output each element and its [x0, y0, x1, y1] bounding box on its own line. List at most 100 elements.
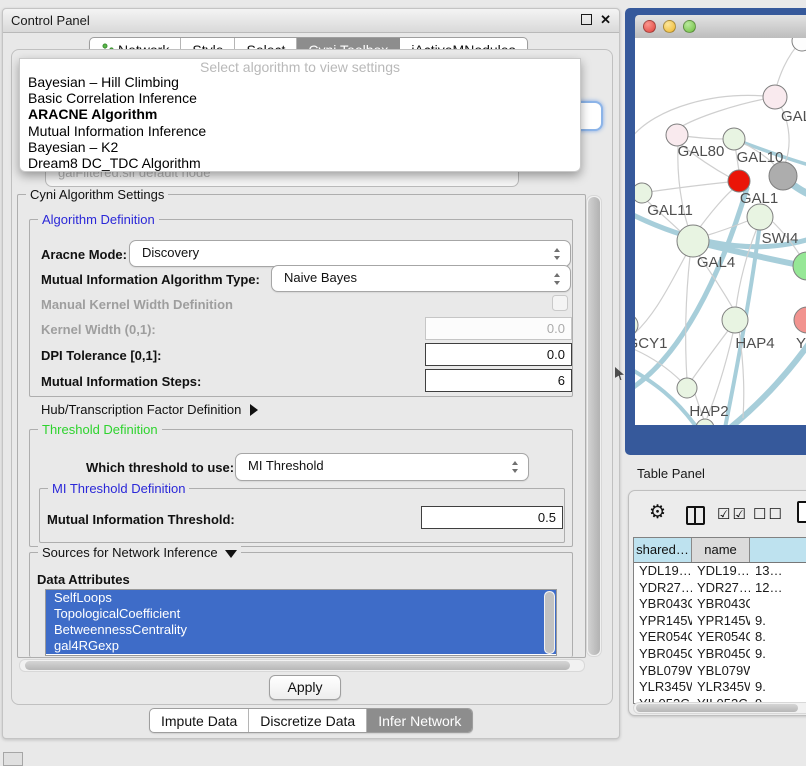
attribute-item-selfloops[interactable]: SelfLoops [46, 590, 556, 606]
network-node-label: GAL10 [737, 149, 784, 166]
hub-definition-label: Hub/Transcription Factor Definition [41, 402, 241, 417]
export-table-icon[interactable] [797, 501, 806, 523]
network-node-label: GAL1 [740, 190, 778, 207]
table-cell: YBL079W [634, 663, 692, 680]
algorithm-dropdown: Select algorithm to view settings Bayesi… [19, 58, 581, 172]
aracne-mode-combo[interactable]: Discovery [129, 240, 571, 267]
manual-kernel-checkbox[interactable] [552, 295, 568, 311]
table-cell: YPR145W [634, 613, 692, 630]
algorithm-option-basic-correlation-inference[interactable]: Basic Correlation Inference [20, 90, 580, 106]
network-node-label: Y [796, 335, 806, 352]
table-row[interactable]: YDL19…YDL19…13… [634, 563, 806, 580]
network-node[interactable] [677, 225, 709, 257]
tab-label: Discretize Data [260, 713, 355, 729]
table-row[interactable]: YBR043CYBR043C [634, 596, 806, 613]
manual-kernel-label: Manual Kernel Width Definition [41, 297, 233, 312]
tab-label: Impute Data [161, 713, 237, 729]
algorithm-option-bayesian-k2[interactable]: Bayesian – K2 [20, 139, 580, 155]
tab-impute-data[interactable]: Impute Data [150, 709, 249, 732]
network-node[interactable] [635, 183, 652, 203]
dpi-tolerance-field[interactable]: 0.0 [425, 343, 572, 366]
network-node-label: HAP4 [735, 335, 774, 352]
table-cell: YBR043C [634, 596, 692, 613]
mi-threshold-group-title: MI Threshold Definition [48, 481, 189, 496]
network-node[interactable] [635, 314, 638, 336]
column-header-2[interactable] [750, 538, 806, 562]
table-row[interactable]: YLR345WYLR345W9. [634, 679, 806, 696]
hub-definition-toggle[interactable]: Hub/Transcription Factor Definition [41, 402, 258, 417]
mi-type-label: Mutual Information Algorithm Type: [41, 272, 260, 287]
aracne-mode-value: Discovery [142, 245, 199, 260]
network-node[interactable] [769, 162, 797, 190]
table-cell [750, 596, 806, 613]
algorithm-option-aracne-algorithm[interactable]: ARACNE Algorithm [20, 106, 580, 122]
network-node[interactable] [722, 307, 748, 333]
float-window-icon[interactable] [581, 14, 592, 25]
expand-right-icon [250, 404, 258, 416]
network-node[interactable] [747, 204, 773, 230]
table-row[interactable]: YBR045CYBR045C9. [634, 646, 806, 663]
network-node[interactable] [763, 85, 787, 109]
network-node[interactable] [794, 307, 806, 333]
apply-button[interactable]: Apply [269, 675, 341, 700]
control-panel-window: Control Panel ✕ NetworkStyleSelectCyni T… [2, 8, 620, 739]
tab-infer-network[interactable]: Infer Network [367, 709, 472, 732]
window-zoom-icon[interactable] [683, 20, 696, 33]
table-cell: 12… [750, 580, 806, 597]
overview-toggle-box[interactable] [3, 752, 23, 766]
kernel-width-label: Kernel Width (0,1): [41, 322, 156, 337]
column-header-shared[interactable]: shared… [634, 538, 692, 562]
attributes-list-scrollbar[interactable] [544, 591, 555, 654]
network-node-label: HAP2 [689, 403, 728, 420]
gear-icon[interactable]: ⚙ [649, 501, 666, 524]
table-row[interactable]: YBL079WYBL079W [634, 663, 806, 680]
data-attributes-label: Data Attributes [37, 572, 130, 587]
table-cell: YDR27… [692, 580, 750, 597]
cyni-bottom-tabs: Impute Data Discretize Data Infer Network [149, 708, 473, 733]
window-close-icon[interactable] [643, 20, 656, 33]
table-row[interactable]: YDR27…YDR27…12… [634, 580, 806, 597]
table-row[interactable]: YER054CYER054C8. [634, 629, 806, 646]
table-cell: YBR045C [634, 646, 692, 663]
network-node-label: GAL80 [678, 143, 725, 160]
network-node[interactable] [728, 170, 750, 192]
column-header-name[interactable]: name [692, 538, 750, 562]
network-node-label: GAL11 [647, 202, 693, 219]
split-columns-icon[interactable] [686, 506, 705, 525]
node-table: shared…name YDL19…YDL19…13…YDR27…YDR27…1… [633, 537, 806, 704]
tab-discretize-data[interactable]: Discretize Data [249, 709, 367, 732]
algorithm-option-dream8-dc-tdc-algorithm[interactable]: Dream8 DC_TDC Algorithm [20, 155, 580, 171]
attribute-item-betweennesscentrality[interactable]: BetweennessCentrality [46, 622, 556, 638]
network-node[interactable] [793, 252, 806, 280]
aracne-mode-label: Aracne Mode: [41, 247, 127, 262]
table-cell: YBL079W [692, 663, 750, 680]
mi-steps-field[interactable]: 6 [425, 369, 572, 392]
network-node[interactable] [677, 378, 697, 398]
algorithm-option-mutual-information-inference[interactable]: Mutual Information Inference [20, 123, 580, 139]
table-row[interactable]: YPR145WYPR145W9. [634, 613, 806, 630]
mi-type-combo[interactable]: Naive Bayes [271, 265, 571, 292]
which-threshold-label: Which threshold to use: [86, 460, 234, 475]
kernel-width-field[interactable]: 0.0 [425, 317, 572, 340]
settings-vertical-scrollbar[interactable] [586, 195, 602, 657]
attribute-item-topologicalcoefficient[interactable]: TopologicalCoefficient [46, 606, 556, 622]
spinner-arrows-icon [554, 248, 561, 260]
mi-threshold-field[interactable]: 0.5 [421, 506, 563, 529]
table-cell: YBR045C [692, 646, 750, 663]
network-canvas[interactable]: GALGAL80GAL10GAL1GAL11SWI4GAL4GCY1HAP4YH… [635, 38, 806, 425]
table-panel-window: ⚙ ☑☑ ☐☐ shared…name YDL19…YDL19…13…YDR27… [628, 490, 806, 716]
settings-horizontal-scrollbar[interactable] [19, 659, 585, 672]
close-icon[interactable]: ✕ [600, 13, 611, 26]
algorithm-option-bayesian-hill-climbing[interactable]: Bayesian – Hill Climbing [20, 74, 580, 90]
deselect-all-columns-icon[interactable]: ☐☐ [753, 505, 784, 523]
select-all-columns-icon[interactable]: ☑☑ [717, 505, 748, 523]
window-minimize-icon[interactable] [663, 20, 676, 33]
table-cell: YPR145W [692, 613, 750, 630]
sources-group-toggle[interactable]: Sources for Network Inference [38, 545, 241, 560]
attribute-item-gal4rgexp[interactable]: gal4RGexp [46, 638, 556, 654]
network-window-titlebar[interactable] [635, 15, 806, 39]
which-threshold-combo[interactable]: MI Threshold [235, 453, 529, 481]
data-attributes-list[interactable]: SelfLoopsTopologicalCoefficientBetweenne… [45, 589, 557, 656]
table-horizontal-scrollbar[interactable] [633, 702, 806, 714]
network-node[interactable] [723, 128, 745, 150]
